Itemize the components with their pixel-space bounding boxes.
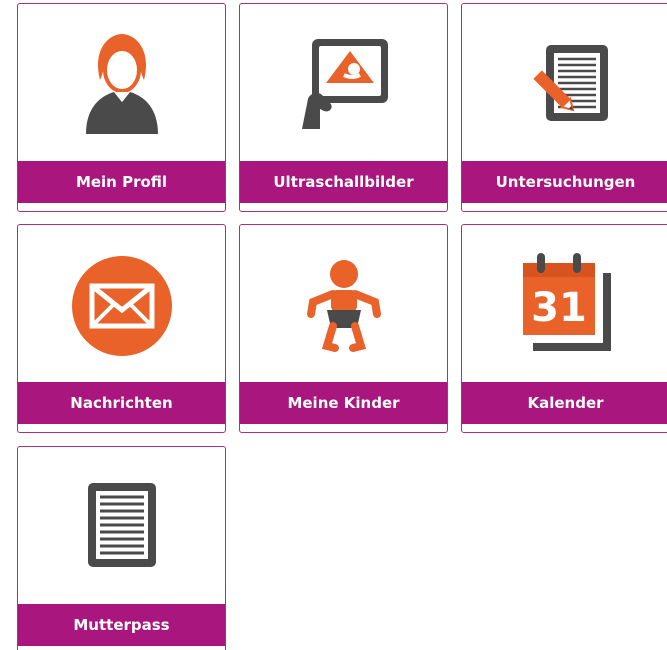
tile-label: Kalender (462, 382, 667, 424)
baby-icon (306, 259, 381, 352)
tile-untersuchungen[interactable]: Untersuchungen (461, 3, 667, 212)
tile-label: Nachrichten (18, 382, 225, 424)
tile-mein-profil[interactable]: Mein Profil (17, 3, 226, 212)
calendar-day-text: 31 (531, 285, 587, 331)
envelope-icon (71, 255, 172, 356)
tile-label: Ultraschallbilder (240, 161, 447, 203)
examination-notes-icon (532, 44, 608, 121)
tile-label: Mein Profil (18, 161, 225, 203)
tile-nachrichten[interactable]: Nachrichten (17, 224, 226, 433)
tile-label: Mutterpass (18, 604, 225, 646)
dashboard-grid: Mein Profil Ultraschallbilder Untersuchu… (0, 0, 667, 650)
document-icon (87, 482, 156, 567)
calendar-icon: 31 (522, 252, 611, 351)
tile-kalender[interactable]: 31 Kalender (461, 224, 667, 433)
tile-label: Untersuchungen (462, 161, 667, 203)
tile-mutterpass[interactable]: Mutterpass (17, 446, 226, 650)
profile-icon (85, 33, 158, 134)
tile-label: Meine Kinder (240, 382, 447, 424)
tile-meine-kinder[interactable]: Meine Kinder (239, 224, 448, 433)
ultrasound-icon (301, 38, 388, 129)
tile-ultraschallbilder[interactable]: Ultraschallbilder (239, 3, 448, 212)
